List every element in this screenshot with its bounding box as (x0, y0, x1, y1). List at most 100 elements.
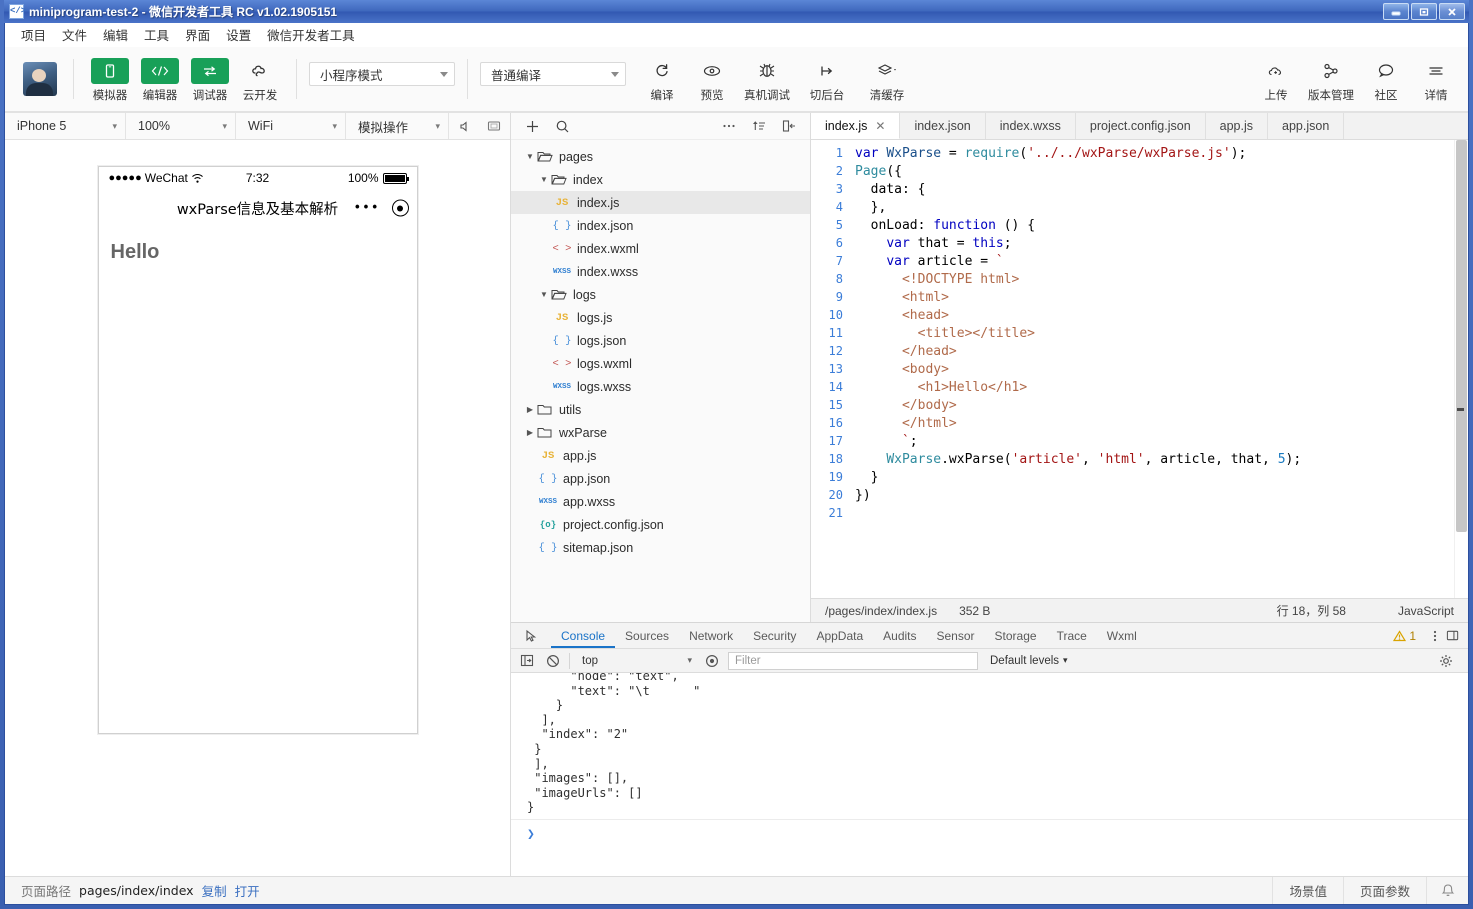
menu-file[interactable]: 文件 (54, 23, 95, 46)
console-sidebar-button[interactable] (517, 652, 537, 670)
screenshot-button[interactable] (479, 113, 509, 139)
new-file-button[interactable] (519, 115, 545, 137)
notifications-button[interactable] (1426, 877, 1468, 904)
editor-tab-app.js[interactable]: app.js (1205, 113, 1269, 139)
devtools-dock-button[interactable] (1446, 629, 1468, 642)
clear-console-button[interactable] (543, 652, 563, 670)
preview-button[interactable]: 预览 (688, 56, 736, 103)
editor-tab-index.js[interactable]: index.js ✕ (811, 113, 901, 139)
editor-scrollbar-thumb[interactable] (1456, 140, 1467, 532)
tree-folder-pages[interactable]: ▼ pages (511, 145, 810, 168)
tree-folder-index[interactable]: ▼ index (511, 168, 810, 191)
tree-folder-wxParse[interactable]: ▶ wxParse (511, 421, 810, 444)
editor-tab-index.wxss[interactable]: index.wxss (985, 113, 1076, 139)
copy-path-button[interactable]: 复制 (194, 881, 227, 900)
tree-file-index.js[interactable]: JS index.js (511, 191, 810, 214)
menu-view[interactable]: 界面 (177, 23, 218, 46)
scene-value-button[interactable]: 场景值 (1272, 877, 1343, 904)
devtools-tab-sources[interactable]: Sources (615, 623, 679, 648)
editor-tab-project.config.json[interactable]: project.config.json (1075, 113, 1206, 139)
devtools-tab-console[interactable]: Console (551, 623, 615, 648)
capsule-dots-icon[interactable]: ••• (353, 201, 379, 216)
chevron-right-icon[interactable]: ▶ (523, 428, 537, 437)
editor-toggle-button[interactable]: 编辑器 (136, 56, 184, 103)
devtools-tab-audits[interactable]: Audits (873, 623, 926, 648)
console-output[interactable]: "node": "text", "text": "\t " } ], "inde… (511, 673, 1468, 876)
console-filter-input[interactable]: Filter (728, 651, 978, 670)
upload-button[interactable]: 上传 (1252, 56, 1300, 103)
devtools-tab-storage[interactable]: Storage (985, 623, 1047, 648)
devtools-tab-trace[interactable]: Trace (1047, 623, 1097, 648)
collapse-all-button[interactable] (776, 115, 802, 137)
console-prompt[interactable]: ❯ (527, 820, 1468, 843)
target-circle-icon[interactable] (391, 199, 409, 217)
menu-tools[interactable]: 工具 (136, 23, 177, 46)
version-control-button[interactable]: 版本管理 (1302, 56, 1360, 103)
tree-file-logs.wxss[interactable]: WXSS logs.wxss (511, 375, 810, 398)
devtools-tab-security[interactable]: Security (743, 623, 806, 648)
devtools-more-button[interactable] (1424, 629, 1446, 643)
devtools-tab-appdata[interactable]: AppData (806, 623, 873, 648)
menu-project[interactable]: 项目 (13, 23, 54, 46)
community-button[interactable]: 社区 (1362, 56, 1410, 103)
network-select[interactable]: WiFi ▾ (236, 113, 346, 139)
open-path-button[interactable]: 打开 (227, 881, 260, 900)
tree-file-index.json[interactable]: { } index.json (511, 214, 810, 237)
cloud-dev-button[interactable]: 云开发 (236, 56, 284, 103)
search-files-button[interactable] (549, 115, 575, 137)
device-select[interactable]: iPhone 5 ▾ (5, 113, 126, 139)
details-button[interactable]: 详情 (1412, 56, 1460, 103)
tree-file-logs.js[interactable]: JS logs.js (511, 306, 810, 329)
warning-count-badge[interactable]: 1 (1393, 629, 1424, 643)
editor-tab-app.json[interactable]: app.json (1268, 113, 1345, 139)
tree-file-sitemap.json[interactable]: { } sitemap.json (511, 536, 810, 559)
simulate-action-select[interactable]: 模拟操作 ▾ (346, 113, 449, 139)
tree-folder-utils[interactable]: ▶ utils (511, 398, 810, 421)
tree-file-app.json[interactable]: { } app.json (511, 467, 810, 490)
sort-button[interactable] (746, 115, 772, 137)
compile-button[interactable]: 编译 (638, 56, 686, 103)
menu-edit[interactable]: 编辑 (95, 23, 136, 46)
clear-cache-button[interactable]: 清缓存 (858, 56, 916, 103)
tree-file-index.wxml[interactable]: < > index.wxml (511, 237, 810, 260)
tree-file-app.js[interactable]: JS app.js (511, 444, 810, 467)
chevron-down-icon[interactable]: ▼ (537, 290, 551, 299)
console-levels-select[interactable]: Default levels ▾ (984, 655, 1068, 667)
tree-file-logs.json[interactable]: { } logs.json (511, 329, 810, 352)
console-settings-button[interactable] (1436, 652, 1456, 670)
tree-file-app.wxss[interactable]: WXSS app.wxss (511, 490, 810, 513)
editor-tab-index.json[interactable]: index.json (900, 113, 986, 139)
tree-folder-logs[interactable]: ▼ logs (511, 283, 810, 306)
compile-mode-select[interactable]: 普通编译 (480, 62, 626, 86)
live-expression-button[interactable] (702, 652, 722, 670)
tree-file-project.config.json[interactable]: {o} project.config.json (511, 513, 810, 536)
mode-select[interactable]: 小程序模式 (309, 62, 455, 86)
tree-file-logs.wxml[interactable]: < > logs.wxml (511, 352, 810, 375)
menu-devtools[interactable]: 微信开发者工具 (259, 23, 363, 46)
mute-button[interactable] (449, 113, 479, 139)
page-params-button[interactable]: 页面参数 (1342, 877, 1426, 904)
restore-button[interactable] (1411, 3, 1437, 20)
inspect-element-button[interactable] (517, 629, 545, 643)
devtools-tab-network[interactable]: Network (679, 623, 743, 648)
debugger-toggle-button[interactable]: 调试器 (186, 56, 234, 103)
more-options-button[interactable] (716, 115, 742, 137)
chevron-right-icon[interactable]: ▶ (523, 405, 537, 414)
remote-debug-button[interactable]: 真机调试 (738, 56, 796, 103)
close-tab-button[interactable]: ✕ (875, 119, 885, 133)
editor-scrollbar[interactable] (1454, 140, 1468, 598)
chevron-down-icon[interactable]: ▼ (537, 175, 551, 184)
background-button[interactable]: 切后台 (798, 56, 856, 103)
console-context-select[interactable]: top ▾ (576, 652, 696, 670)
zoom-select[interactable]: 100% ▾ (126, 113, 236, 139)
tree-file-index.wxss[interactable]: WXSS index.wxss (511, 260, 810, 283)
chevron-down-icon[interactable]: ▼ (523, 152, 537, 161)
user-avatar[interactable] (23, 62, 57, 96)
simulator-toggle-button[interactable]: 模拟器 (86, 56, 134, 103)
devtools-tab-wxml[interactable]: Wxml (1097, 623, 1147, 648)
devtools-tab-sensor[interactable]: Sensor (927, 623, 985, 648)
menu-settings[interactable]: 设置 (218, 23, 259, 46)
code-lines[interactable]: 1 var WxParse = require('../../wxParse/wx… (811, 140, 1454, 598)
close-button[interactable] (1439, 3, 1465, 20)
code-area[interactable]: 1 var WxParse = require('../../wxParse/wx… (811, 140, 1468, 598)
